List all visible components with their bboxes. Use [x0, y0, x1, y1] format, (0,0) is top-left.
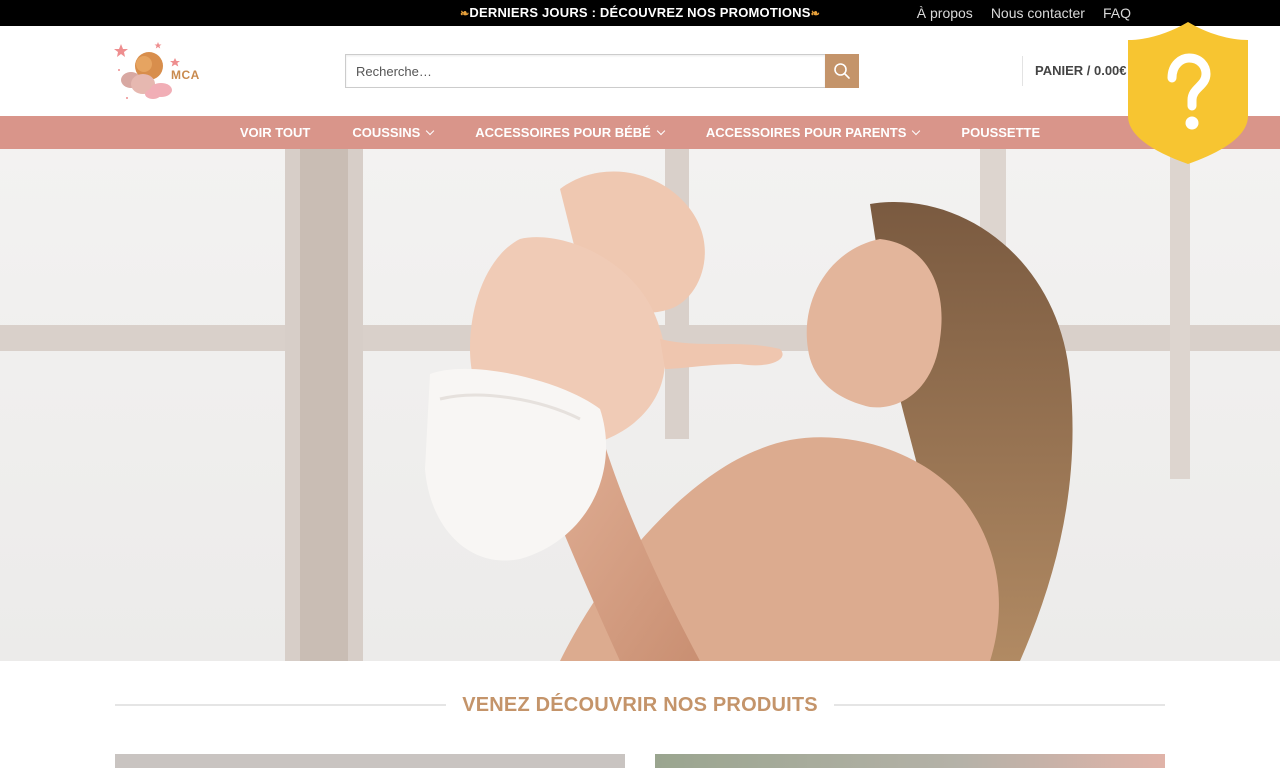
- header-divider: [1022, 56, 1023, 86]
- help-badge[interactable]: [1126, 20, 1250, 166]
- nav-item-voir-tout[interactable]: VOIR TOUT: [240, 125, 311, 140]
- nav-item-accessoires-bebe[interactable]: ACCESSOIRES POUR BÉBÉ: [475, 125, 666, 140]
- site-header: MCA PANIER / 0.00€: [0, 26, 1280, 116]
- product-category-card[interactable]: [655, 754, 1165, 768]
- hero-banner[interactable]: [0, 149, 1280, 661]
- shield-question-icon: [1128, 22, 1248, 164]
- top-links: À propos Nous contacter FAQ: [917, 0, 1131, 26]
- nav-label: VOIR TOUT: [239, 125, 311, 140]
- site-logo[interactable]: MCA: [113, 40, 205, 104]
- chevron-down-icon: [912, 126, 921, 136]
- promo-text: DERNIERS JOURS : DÉCOUVREZ NOS PROMOTION…: [469, 5, 811, 20]
- section-heading: VENEZ DÉCOUVRIR NOS PRODUITS: [115, 692, 1166, 718]
- divider-line: [833, 704, 1166, 706]
- link-contact[interactable]: Nous contacter: [991, 5, 1085, 21]
- nav-label: ACCESSOIRES POUR PARENTS: [705, 125, 907, 140]
- link-faq[interactable]: FAQ: [1103, 5, 1131, 21]
- search-button[interactable]: [825, 54, 859, 88]
- link-about[interactable]: À propos: [917, 5, 973, 21]
- nav-label: POUSSETTE: [961, 125, 1041, 140]
- top-bar: ❧DERNIERS JOURS : DÉCOUVREZ NOS PROMOTIO…: [0, 0, 1280, 26]
- nav-label: COUSSINS: [352, 125, 421, 140]
- logo-text: MCA: [171, 68, 200, 82]
- nav-item-accessoires-parents[interactable]: ACCESSOIRES POUR PARENTS: [705, 125, 921, 140]
- product-category-card[interactable]: [115, 754, 625, 768]
- cart-link[interactable]: PANIER / 0.00€: [1035, 63, 1127, 78]
- nav-label: ACCESSOIRES POUR BÉBÉ: [475, 125, 651, 140]
- search-bar: [345, 54, 859, 88]
- leaf-icon: ❧: [459, 8, 470, 20]
- divider-line: [115, 704, 447, 706]
- leaf-icon: ❧: [810, 8, 821, 20]
- chevron-down-icon: [426, 126, 435, 136]
- main-nav: VOIR TOUT COUSSINS ACCESSOIRES POUR BÉBÉ…: [0, 116, 1280, 149]
- search-input[interactable]: [345, 54, 825, 88]
- nav-item-poussette[interactable]: POUSSETTE: [961, 125, 1040, 140]
- chevron-down-icon: [656, 126, 666, 136]
- section-title: VENEZ DÉCOUVRIR NOS PRODUITS: [462, 693, 818, 716]
- nav-item-coussins[interactable]: COUSSINS: [352, 125, 435, 140]
- hero-image: [0, 149, 1280, 661]
- search-icon: [834, 63, 850, 79]
